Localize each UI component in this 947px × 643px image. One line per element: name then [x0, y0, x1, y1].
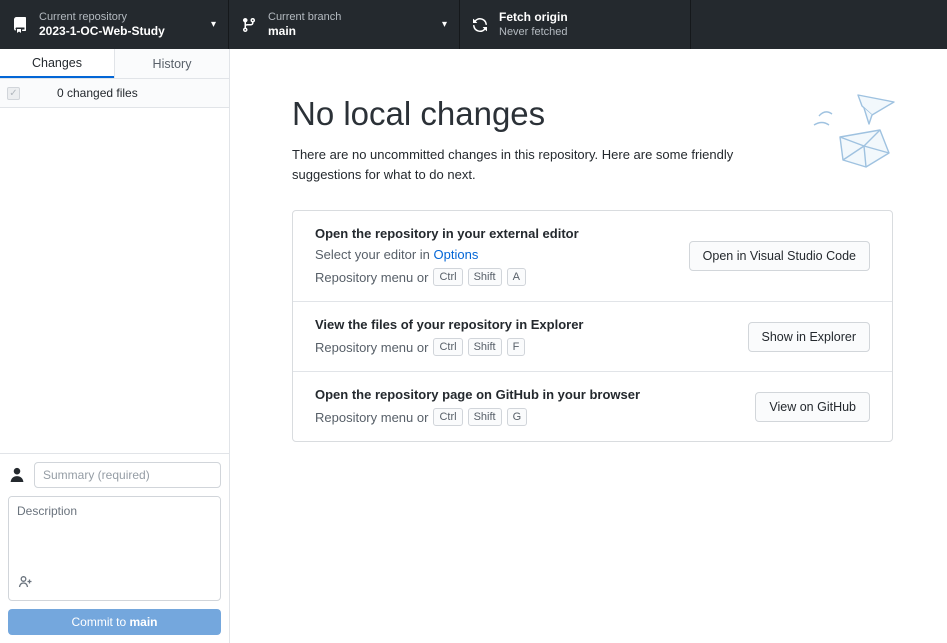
sidebar-tabs: Changes History — [0, 49, 229, 79]
suggestion-show-explorer: View the files of your repository in Exp… — [293, 301, 892, 371]
key-g: G — [506, 408, 528, 426]
tab-history-label: History — [152, 56, 192, 71]
person-add-icon — [17, 576, 33, 593]
fetch-origin-label: Fetch origin — [499, 10, 568, 24]
chevron-down-icon: ▾ — [210, 19, 216, 30]
repo-icon — [12, 16, 28, 33]
menu-hint-text: Repository menu or — [315, 409, 429, 425]
chevron-down-icon: ▾ — [441, 19, 447, 30]
current-repository-value: 2023-1-OC-Web-Study — [39, 24, 165, 38]
options-link[interactable]: Options — [434, 247, 479, 262]
open-in-editor-button[interactable]: Open in Visual Studio Code — [688, 241, 870, 271]
key-f: F — [506, 338, 526, 356]
show-in-explorer-button[interactable]: Show in Explorer — [747, 321, 870, 352]
menu-hint-text: Repository menu or — [315, 339, 429, 355]
key-ctrl: Ctrl — [433, 338, 463, 356]
current-repository-dropdown[interactable]: Current repository 2023-1-OC-Web-Study ▾ — [0, 0, 229, 49]
commit-button[interactable]: Commit to main — [8, 609, 221, 635]
suggestion-open-editor: Open the repository in your external edi… — [293, 211, 892, 301]
suggestion-title: Open the repository in your external edi… — [315, 226, 579, 241]
paper-stack-illustration-icon — [806, 89, 901, 182]
git-branch-icon — [241, 17, 257, 33]
current-branch-dropdown[interactable]: Current branch main ▾ — [229, 0, 460, 49]
editor-line-text: Select your editor in — [315, 247, 430, 262]
key-a: A — [506, 268, 526, 286]
key-shift: Shift — [467, 268, 502, 286]
commit-button-prefix: Commit to — [71, 615, 130, 629]
suggestion-title: View the files of your repository in Exp… — [315, 317, 584, 332]
commit-button-branch: main — [129, 615, 158, 629]
commit-description-input[interactable] — [9, 497, 220, 571]
tab-changes-label: Changes — [31, 55, 83, 70]
changed-files-row: ✓ 0 changed files — [0, 79, 229, 108]
key-ctrl: Ctrl — [433, 408, 463, 426]
current-branch-value: main — [268, 24, 297, 38]
tab-history[interactable]: History — [114, 49, 229, 78]
select-all-checkbox[interactable]: ✓ — [7, 86, 20, 100]
add-coauthor-button[interactable] — [15, 574, 35, 592]
suggestion-title: Open the repository page on GitHub in yo… — [315, 387, 641, 402]
fetch-origin-button[interactable]: Fetch origin Never fetched — [460, 0, 691, 49]
key-shift: Shift — [467, 408, 502, 426]
key-ctrl: Ctrl — [433, 268, 463, 286]
current-repository-label: Current repository — [39, 11, 128, 23]
top-toolbar: Current repository 2023-1-OC-Web-Study ▾… — [0, 0, 947, 49]
page-subtitle: There are no uncommitted changes in this… — [292, 147, 734, 182]
current-branch-label: Current branch — [268, 11, 342, 23]
sync-icon — [472, 17, 488, 33]
avatar-icon — [8, 466, 26, 484]
commit-panel: Commit to main — [0, 453, 229, 643]
suggestions-box: Open the repository in your external edi… — [292, 210, 893, 442]
key-shift: Shift — [467, 338, 502, 356]
changed-files-count: 0 changed files — [57, 86, 138, 100]
sidebar: Changes History ✓ 0 changed files Summar… — [0, 49, 230, 643]
tab-changes[interactable]: Changes — [0, 49, 114, 78]
suggestion-view-github: Open the repository page on GitHub in yo… — [293, 371, 892, 441]
menu-hint-text: Repository menu or — [315, 269, 429, 285]
changes-list-empty — [0, 108, 229, 453]
fetch-origin-status: Never fetched — [499, 26, 568, 38]
view-on-github-button[interactable]: View on GitHub — [755, 391, 870, 422]
commit-description-box — [8, 496, 221, 601]
main-content: No local changes There are no uncommitte… — [230, 49, 947, 643]
commit-summary-input[interactable] — [34, 462, 221, 488]
